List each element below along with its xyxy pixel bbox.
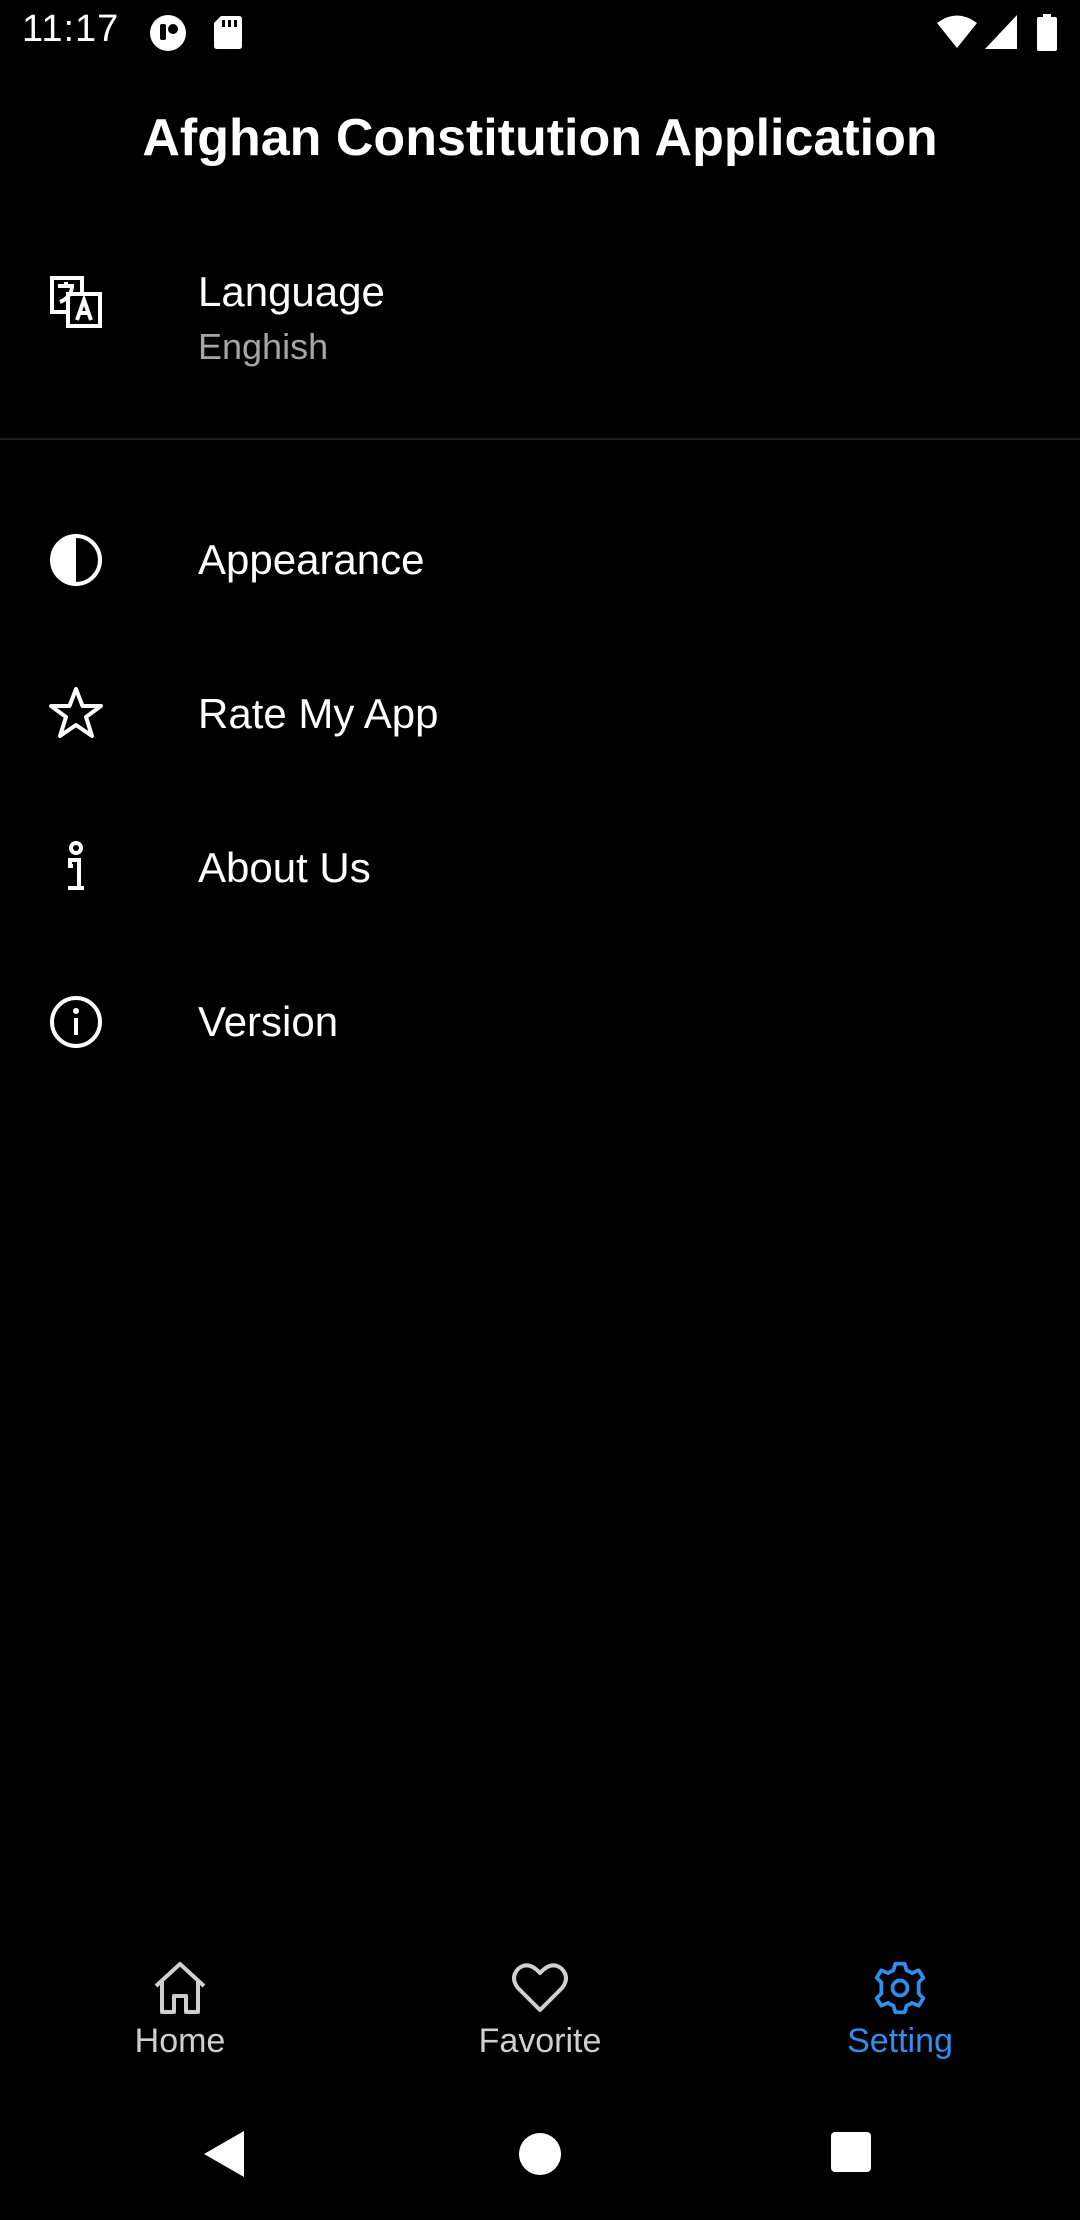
nav-favorite[interactable]: Favorite bbox=[360, 1940, 720, 2090]
version-setting[interactable]: Version bbox=[0, 962, 1080, 1082]
translate-icon bbox=[46, 272, 106, 332]
appearance-label: Appearance bbox=[198, 536, 425, 583]
heart-icon bbox=[512, 1963, 568, 2012]
info-person-icon bbox=[46, 838, 106, 898]
appearance-setting[interactable]: Appearance bbox=[0, 500, 1080, 620]
version-label: Version bbox=[198, 998, 339, 1045]
signal-icon bbox=[984, 14, 1018, 55]
bottom-navigation: Home Favorite Setting bbox=[0, 1940, 1080, 2090]
language-value: Enghish bbox=[198, 326, 329, 367]
status-bar: 11:17 bbox=[0, 0, 1080, 66]
back-icon[interactable] bbox=[200, 2128, 248, 2185]
about-us-setting[interactable]: About Us bbox=[0, 808, 1080, 928]
page-title: Afghan Constitution Application bbox=[142, 109, 938, 167]
language-setting[interactable]: Language Enghish bbox=[0, 240, 1080, 440]
nav-setting-label: Setting bbox=[847, 2022, 953, 2060]
status-time: 11:17 bbox=[22, 8, 120, 50]
home-circle-icon[interactable] bbox=[514, 2128, 566, 2185]
system-navigation-bar bbox=[0, 2100, 1080, 2220]
nav-favorite-label: Favorite bbox=[478, 2022, 602, 2060]
star-icon bbox=[46, 684, 106, 744]
battery-icon bbox=[1036, 14, 1058, 57]
recents-icon[interactable] bbox=[829, 2128, 873, 2177]
rate-app-label: Rate My App bbox=[198, 690, 439, 737]
notification-icon bbox=[148, 14, 188, 57]
nav-home-label: Home bbox=[134, 2022, 226, 2060]
nav-setting[interactable]: Setting bbox=[720, 1940, 1080, 2090]
home-icon bbox=[154, 1962, 206, 2014]
info-circle-icon bbox=[46, 992, 106, 1052]
rate-app-setting[interactable]: Rate My App bbox=[0, 654, 1080, 774]
settings-screen: 11:17 Afghan Constitution Application La… bbox=[0, 0, 1080, 2220]
sd-card-icon bbox=[213, 14, 243, 55]
gear-icon bbox=[874, 1961, 926, 2015]
wifi-icon bbox=[936, 14, 978, 55]
about-us-label: About Us bbox=[198, 844, 371, 891]
divider bbox=[0, 438, 1080, 440]
nav-home[interactable]: Home bbox=[0, 1940, 360, 2090]
language-label: Language bbox=[198, 268, 385, 315]
contrast-icon bbox=[46, 530, 106, 590]
